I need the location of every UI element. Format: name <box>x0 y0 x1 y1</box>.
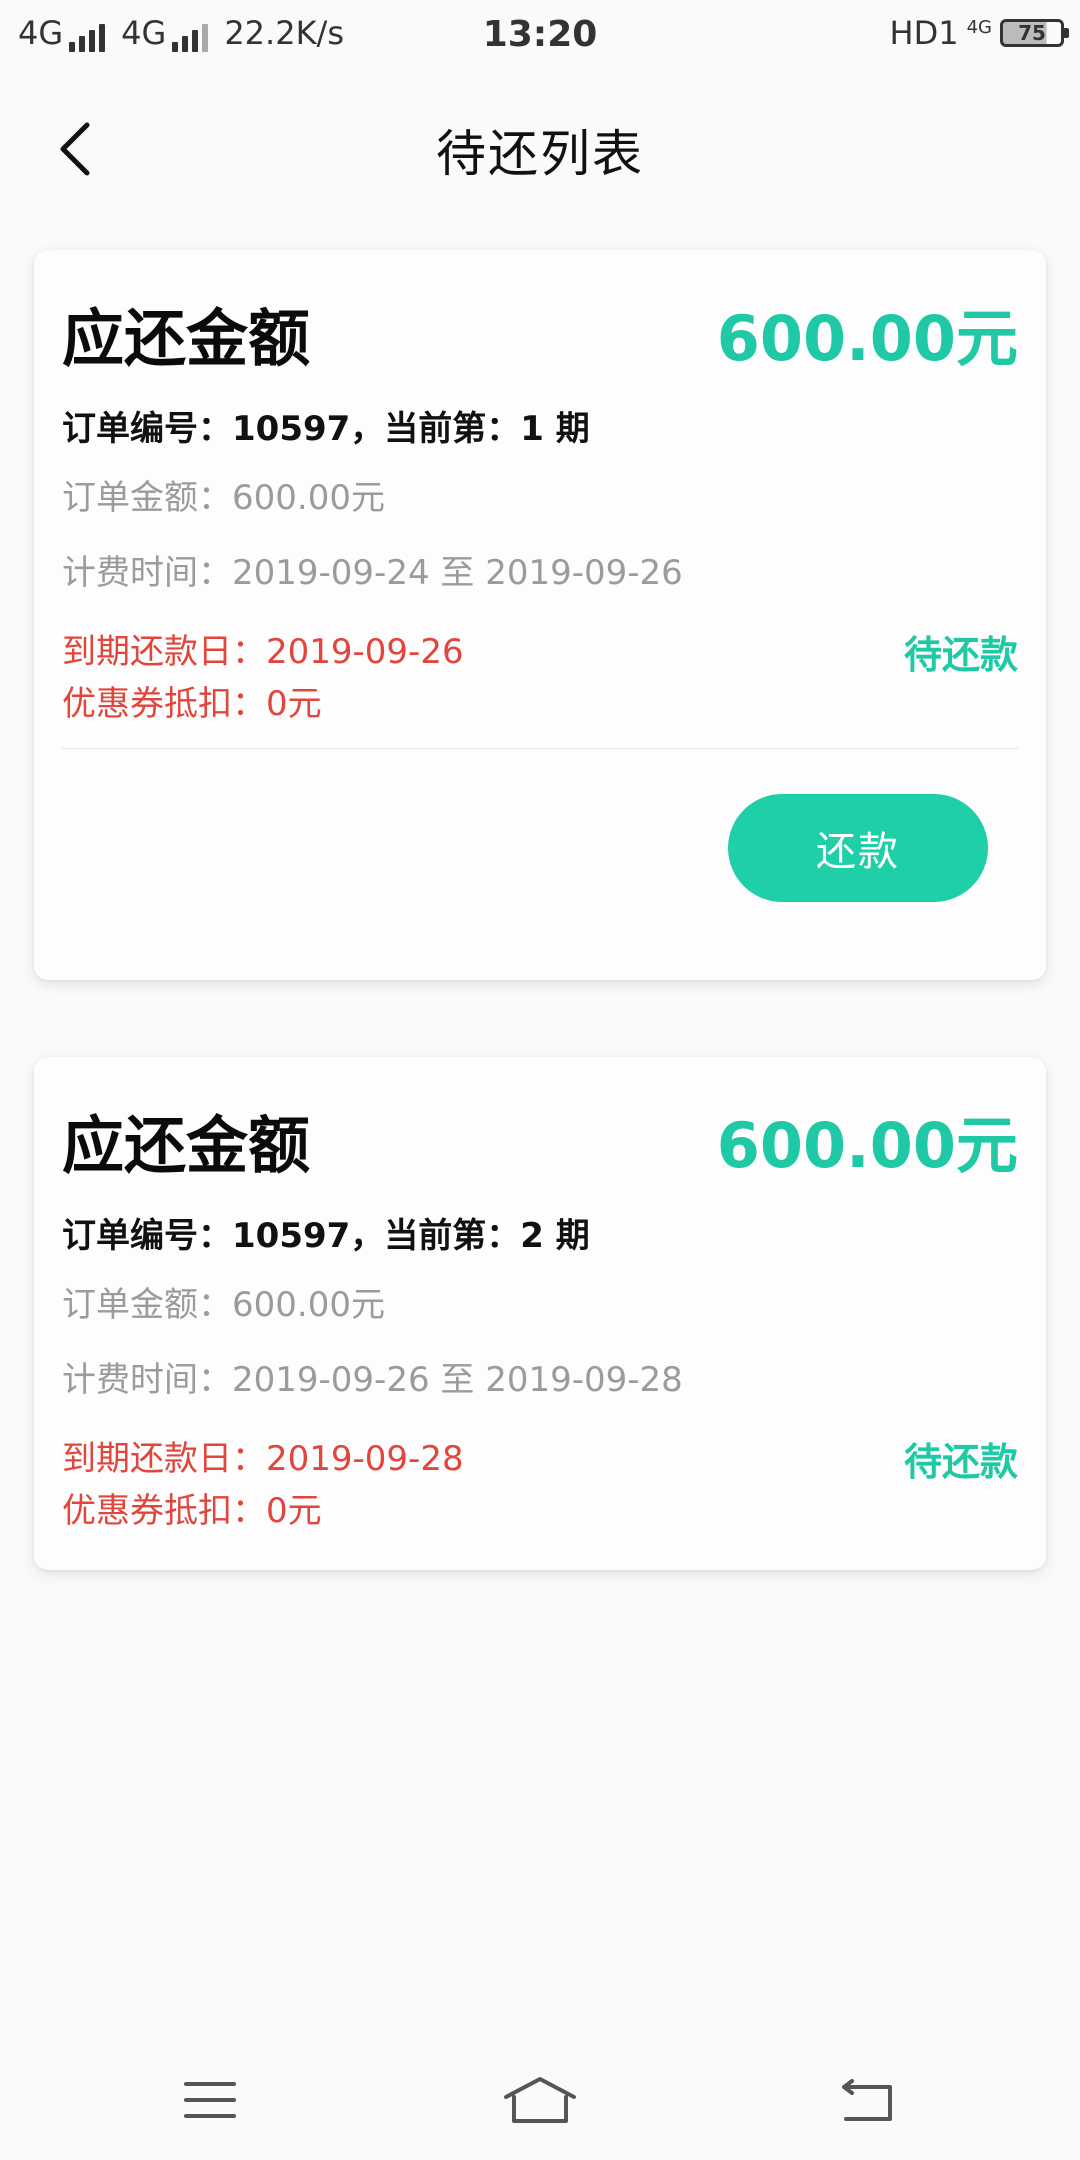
card-head: 应还金额 600.00元 <box>62 1057 1018 1207</box>
menu-icon <box>184 2082 236 2118</box>
home-button[interactable] <box>500 2070 580 2130</box>
order-info: 订单编号：10597，当前第：2 期 <box>62 1216 590 1256</box>
status-bar: 4G 4G 22.2K/s 13:20 HD1 4G 75 <box>0 0 1080 74</box>
amount-due-value: 600.00元 <box>716 302 1018 375</box>
amount-due-label: 应还金额 <box>62 302 311 375</box>
small-4g-label: 4G <box>966 17 992 38</box>
order-amount: 订单金额：600.00元 <box>62 1285 385 1325</box>
repayment-card: 应还金额 600.00元 订单编号：10597，当前第：1 期 订单金额：600… <box>34 250 1046 980</box>
menu-button[interactable] <box>170 2070 250 2130</box>
system-nav-bar <box>0 2050 1080 2160</box>
amount-due-label: 应还金额 <box>62 1109 311 1182</box>
status-badge: 待还款 <box>903 633 1018 677</box>
due-date: 到期还款日：2019-09-28 <box>62 1439 464 1479</box>
coupon-deduction: 优惠券抵扣：0元 <box>62 1491 322 1531</box>
billing-period: 计费时间：2019-09-24 至 2019-09-26 <box>62 553 683 593</box>
order-amount: 订单金额：600.00元 <box>62 478 385 518</box>
action-row: 还款 <box>62 749 1018 909</box>
repayment-card: 应还金额 600.00元 订单编号：10597，当前第：2 期 订单金额：600… <box>34 1057 1046 1570</box>
battery-level: 75 <box>1018 21 1046 45</box>
order-info: 订单编号：10597，当前第：1 期 <box>62 409 590 449</box>
card-head: 应还金额 600.00元 <box>62 250 1018 400</box>
header: 待还列表 <box>0 74 1080 224</box>
due-row: 到期还款日：2019-09-26 优惠券抵扣：0元 待还款 <box>62 608 1018 748</box>
screen: 4G 4G 22.2K/s 13:20 HD1 4G 75 待还列表 应还金额 … <box>0 0 1080 2160</box>
system-back-button[interactable] <box>828 2070 908 2130</box>
home-icon <box>504 2077 576 2123</box>
amount-due-value: 600.00元 <box>716 1109 1018 1182</box>
page-title: 待还列表 <box>436 125 644 183</box>
status-badge: 待还款 <box>903 1440 1018 1484</box>
status-right: HD1 4G 75 <box>889 14 1069 52</box>
back-icon <box>842 2079 892 2121</box>
due-row: 到期还款日：2019-09-28 优惠券抵扣：0元 待还款 <box>62 1415 1018 1555</box>
battery-icon: 75 <box>1000 19 1069 47</box>
hd-label: HD1 <box>889 14 959 52</box>
repay-button[interactable]: 还款 <box>728 794 988 902</box>
billing-period: 计费时间：2019-09-26 至 2019-09-28 <box>62 1360 683 1400</box>
due-date: 到期还款日：2019-09-26 <box>62 632 464 672</box>
coupon-deduction: 优惠券抵扣：0元 <box>62 684 322 724</box>
